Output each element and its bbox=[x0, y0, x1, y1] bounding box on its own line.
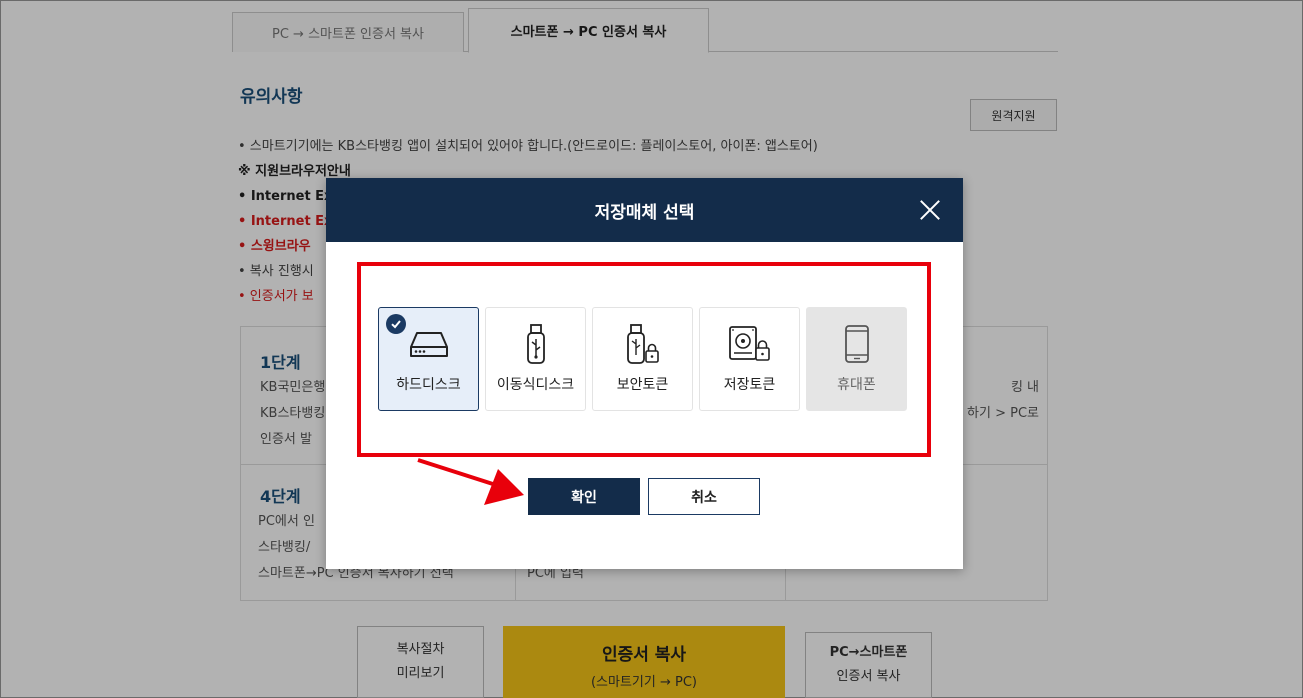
close-icon[interactable] bbox=[919, 199, 941, 221]
mobile-phone-icon bbox=[835, 324, 879, 364]
option-mobile-phone[interactable]: 휴대폰 bbox=[806, 307, 907, 411]
option-storage-token[interactable]: 저장토큰 bbox=[699, 307, 800, 411]
hard-disk-icon bbox=[407, 324, 451, 364]
storage-select-dialog: 저장매체 선택 하드디스크 이동식디스크 보안토큰 저장토큰 휴대폰 확인 취소 bbox=[326, 178, 963, 569]
option-hard-disk[interactable]: 하드디스크 bbox=[378, 307, 479, 411]
check-icon bbox=[386, 314, 406, 334]
usb-drive-icon bbox=[514, 324, 558, 364]
dialog-title: 저장매체 선택 bbox=[594, 202, 695, 223]
option-label: 휴대폰 bbox=[837, 377, 876, 393]
confirm-button[interactable]: 확인 bbox=[528, 478, 640, 515]
option-label: 보안토큰 bbox=[616, 377, 669, 393]
security-token-icon bbox=[621, 324, 665, 364]
option-label: 하드디스크 bbox=[396, 377, 461, 393]
dialog-header: 저장매체 선택 bbox=[326, 178, 963, 242]
storage-token-icon bbox=[728, 324, 772, 364]
option-removable-disk[interactable]: 이동식디스크 bbox=[485, 307, 586, 411]
option-security-token[interactable]: 보안토큰 bbox=[592, 307, 693, 411]
cancel-button[interactable]: 취소 bbox=[648, 478, 760, 515]
option-label: 이동식디스크 bbox=[496, 377, 575, 393]
option-label: 저장토큰 bbox=[723, 377, 776, 393]
annotation-arrow-icon bbox=[417, 458, 524, 505]
